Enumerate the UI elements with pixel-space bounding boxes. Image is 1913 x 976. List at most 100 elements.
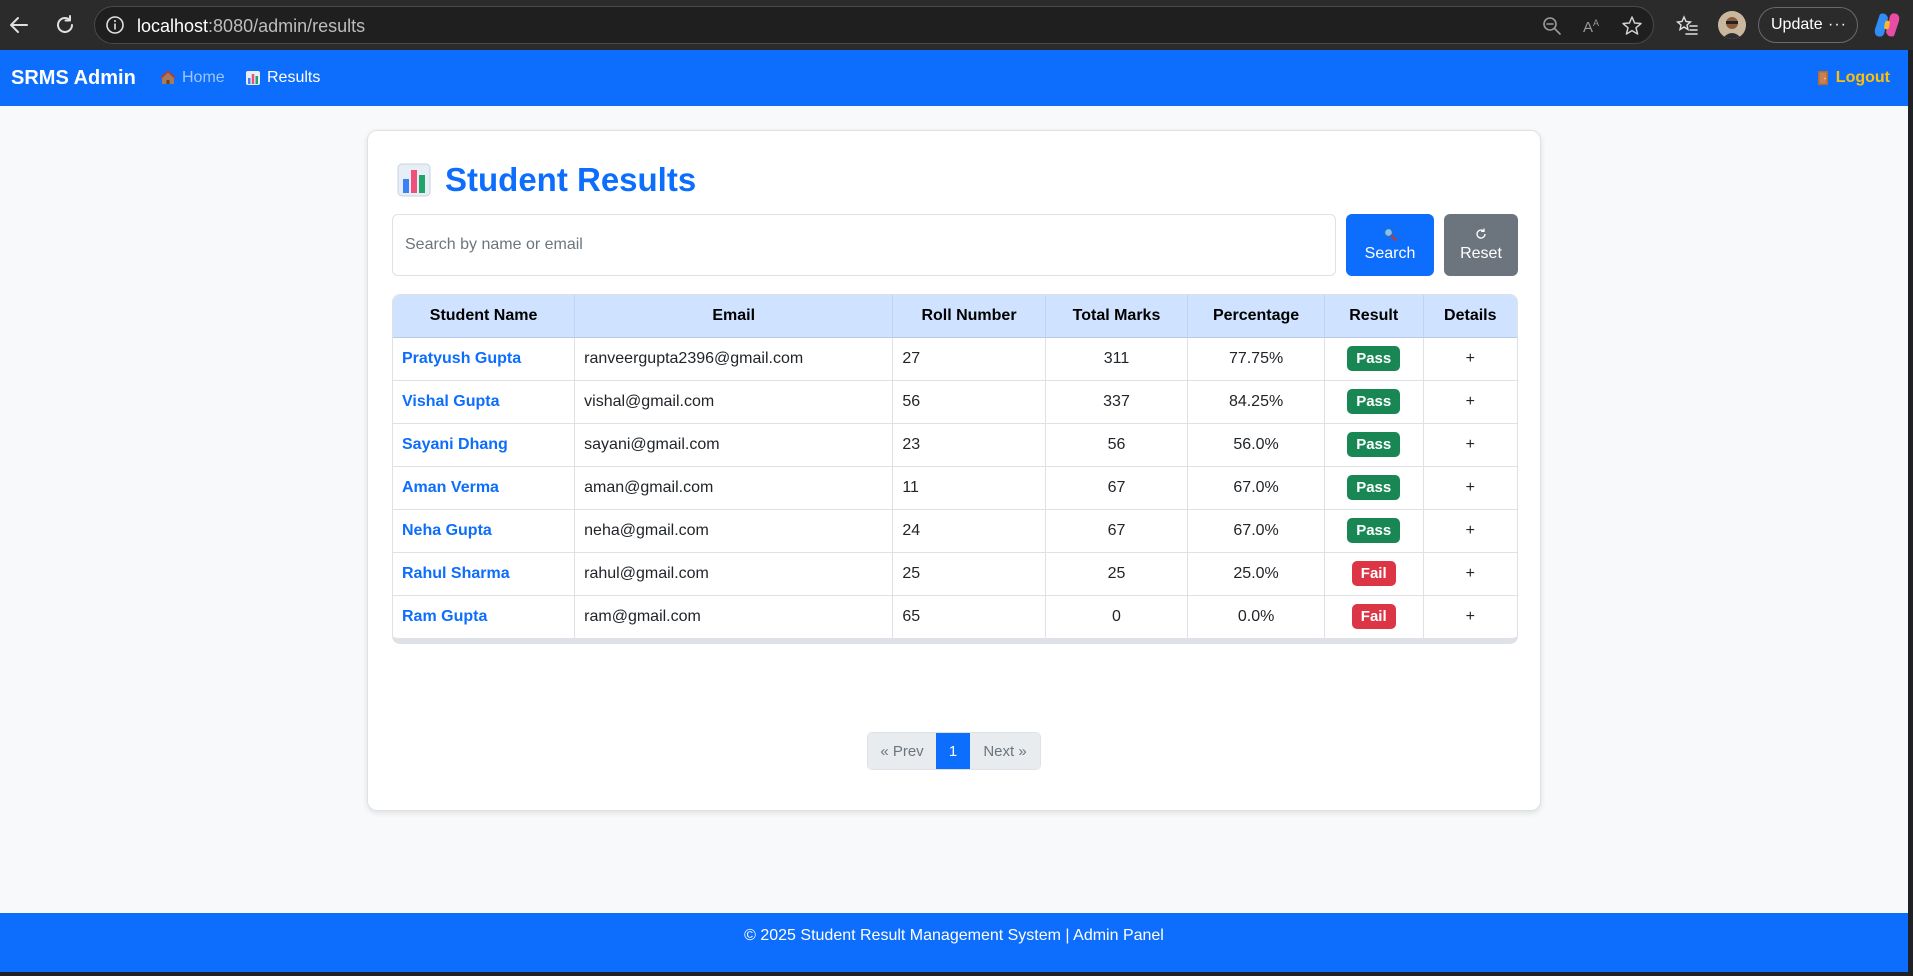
percentage: 84.25% <box>1187 380 1325 424</box>
percentage: 67.0% <box>1187 509 1325 553</box>
table-header-row: Student Name Email Roll Number Total Mar… <box>393 295 1517 338</box>
table-row: Rahul Sharma rahul@gmail.com 25 25 25.0%… <box>393 552 1517 596</box>
page-title: Student Results <box>397 161 696 199</box>
column-header: Student Name <box>393 295 576 338</box>
read-aloud-icon[interactable]: AA <box>1581 15 1603 37</box>
logout-link[interactable]: Logout <box>1816 69 1890 87</box>
total-marks: 67 <box>1045 466 1189 510</box>
more-options-icon[interactable]: ··· <box>1828 16 1847 34</box>
total-marks: 56 <box>1045 423 1189 467</box>
details-toggle[interactable]: + <box>1423 509 1517 553</box>
reload-icon[interactable] <box>50 10 80 40</box>
student-name-link[interactable]: Neha Gupta <box>393 509 576 553</box>
roll-number: 56 <box>892 380 1046 424</box>
back-icon[interactable] <box>4 10 34 40</box>
zoom-icon[interactable] <box>1541 15 1563 37</box>
bar-chart-icon <box>397 163 431 197</box>
column-header: Total Marks <box>1045 295 1189 338</box>
search-button[interactable]: Search <box>1346 214 1434 276</box>
reset-button-label: Reset <box>1460 245 1502 262</box>
nav-link-label: Results <box>267 69 321 86</box>
url-host: localhost <box>137 16 209 36</box>
total-marks: 25 <box>1045 552 1189 596</box>
roll-number: 23 <box>892 423 1046 467</box>
magnifier-icon <box>1383 227 1398 241</box>
student-name-link[interactable]: Vishal Gupta <box>393 380 576 424</box>
page-title-text: Student Results <box>445 161 697 198</box>
total-marks: 337 <box>1045 380 1189 424</box>
details-toggle[interactable]: + <box>1423 423 1517 467</box>
current-page-button[interactable]: 1 <box>936 733 970 769</box>
percentage: 0.0% <box>1187 595 1325 638</box>
table-row: Ram Gupta ram@gmail.com 65 0 0.0% Fail + <box>393 595 1517 638</box>
column-header: Email <box>574 295 894 338</box>
logout-label: Logout <box>1835 69 1890 86</box>
nav-link-home[interactable]: Home <box>160 69 225 87</box>
browser-toolbar: localhost:8080/admin/results AA Update ·… <box>0 0 1913 50</box>
column-header: Result <box>1324 295 1424 338</box>
student-email: sayani@gmail.com <box>574 423 894 467</box>
brand-logo[interactable]: SRMS Admin <box>11 67 136 90</box>
table-row: Aman Verma aman@gmail.com 11 67 67.0% Pa… <box>393 466 1517 510</box>
profile-avatar[interactable] <box>1718 11 1746 39</box>
percentage: 25.0% <box>1187 552 1325 596</box>
footer: © 2025 Student Result Management System … <box>0 913 1908 972</box>
prev-page-button[interactable]: « Prev <box>868 733 936 769</box>
nav-link-label: Home <box>182 69 225 86</box>
column-header: Details <box>1423 295 1517 338</box>
details-toggle[interactable]: + <box>1423 595 1517 638</box>
result-badge: Pass <box>1347 475 1401 500</box>
result-badge: Pass <box>1347 346 1401 371</box>
roll-number: 11 <box>892 466 1046 510</box>
student-name-link[interactable]: Pratyush Gupta <box>393 337 576 381</box>
search-button-label: Search <box>1364 245 1416 262</box>
total-marks: 67 <box>1045 509 1189 553</box>
site-info-icon[interactable] <box>105 15 125 35</box>
favorites-icon[interactable] <box>1672 10 1702 40</box>
result-badge: Fail <box>1351 604 1396 630</box>
student-name-link[interactable]: Ram Gupta <box>393 595 576 638</box>
result-badge: Pass <box>1347 389 1401 414</box>
student-name-link[interactable]: Sayani Dhang <box>393 423 576 467</box>
reset-button[interactable]: Reset <box>1444 214 1518 276</box>
details-toggle[interactable]: + <box>1423 466 1517 510</box>
update-button[interactable]: Update ··· <box>1758 7 1858 43</box>
details-toggle[interactable]: + <box>1423 337 1517 381</box>
percentage: 56.0% <box>1187 423 1325 467</box>
bar-chart-icon <box>246 71 260 85</box>
total-marks: 311 <box>1045 337 1189 381</box>
pagination: « Prev 1 Next » <box>867 732 1041 770</box>
percentage: 77.75% <box>1187 337 1325 381</box>
navbar: SRMS Admin Home Results Logout <box>0 50 1908 106</box>
student-email: aman@gmail.com <box>574 466 894 510</box>
details-toggle[interactable]: + <box>1423 380 1517 424</box>
roll-number: 24 <box>892 509 1046 553</box>
details-toggle[interactable]: + <box>1423 552 1517 596</box>
roll-number: 27 <box>892 337 1046 381</box>
svg-text:A: A <box>1593 18 1599 28</box>
percentage: 67.0% <box>1187 466 1325 510</box>
student-name-link[interactable]: Rahul Sharma <box>393 552 576 596</box>
student-email: rahul@gmail.com <box>574 552 894 596</box>
refresh-icon <box>1476 228 1486 239</box>
column-header: Percentage <box>1187 295 1325 338</box>
footer-text: © 2025 Student Result Management System … <box>744 927 1164 944</box>
favorite-star-icon[interactable] <box>1621 15 1643 37</box>
student-name-link[interactable]: Aman Verma <box>393 466 576 510</box>
page-viewport: SRMS Admin Home Results Logout Student R… <box>0 50 1908 972</box>
svg-text:A: A <box>1583 19 1593 36</box>
search-input[interactable] <box>392 214 1336 276</box>
door-icon <box>1817 71 1828 85</box>
total-marks: 0 <box>1045 595 1189 638</box>
next-page-button[interactable]: Next » <box>970 733 1040 769</box>
result-badge: Pass <box>1347 518 1401 543</box>
results-table: Student Name Email Roll Number Total Mar… <box>392 294 1518 644</box>
results-card: Student Results Search Reset Student Nam… <box>367 130 1541 811</box>
url-text[interactable]: localhost:8080/admin/results <box>137 16 365 37</box>
table-row: Neha Gupta neha@gmail.com 24 67 67.0% Pa… <box>393 509 1517 553</box>
student-email: ram@gmail.com <box>574 595 894 638</box>
nav-link-results[interactable]: Results <box>245 69 320 87</box>
copilot-icon[interactable] <box>1872 10 1902 40</box>
column-header: Roll Number <box>892 295 1046 338</box>
address-bar[interactable]: localhost:8080/admin/results AA <box>94 6 1654 44</box>
